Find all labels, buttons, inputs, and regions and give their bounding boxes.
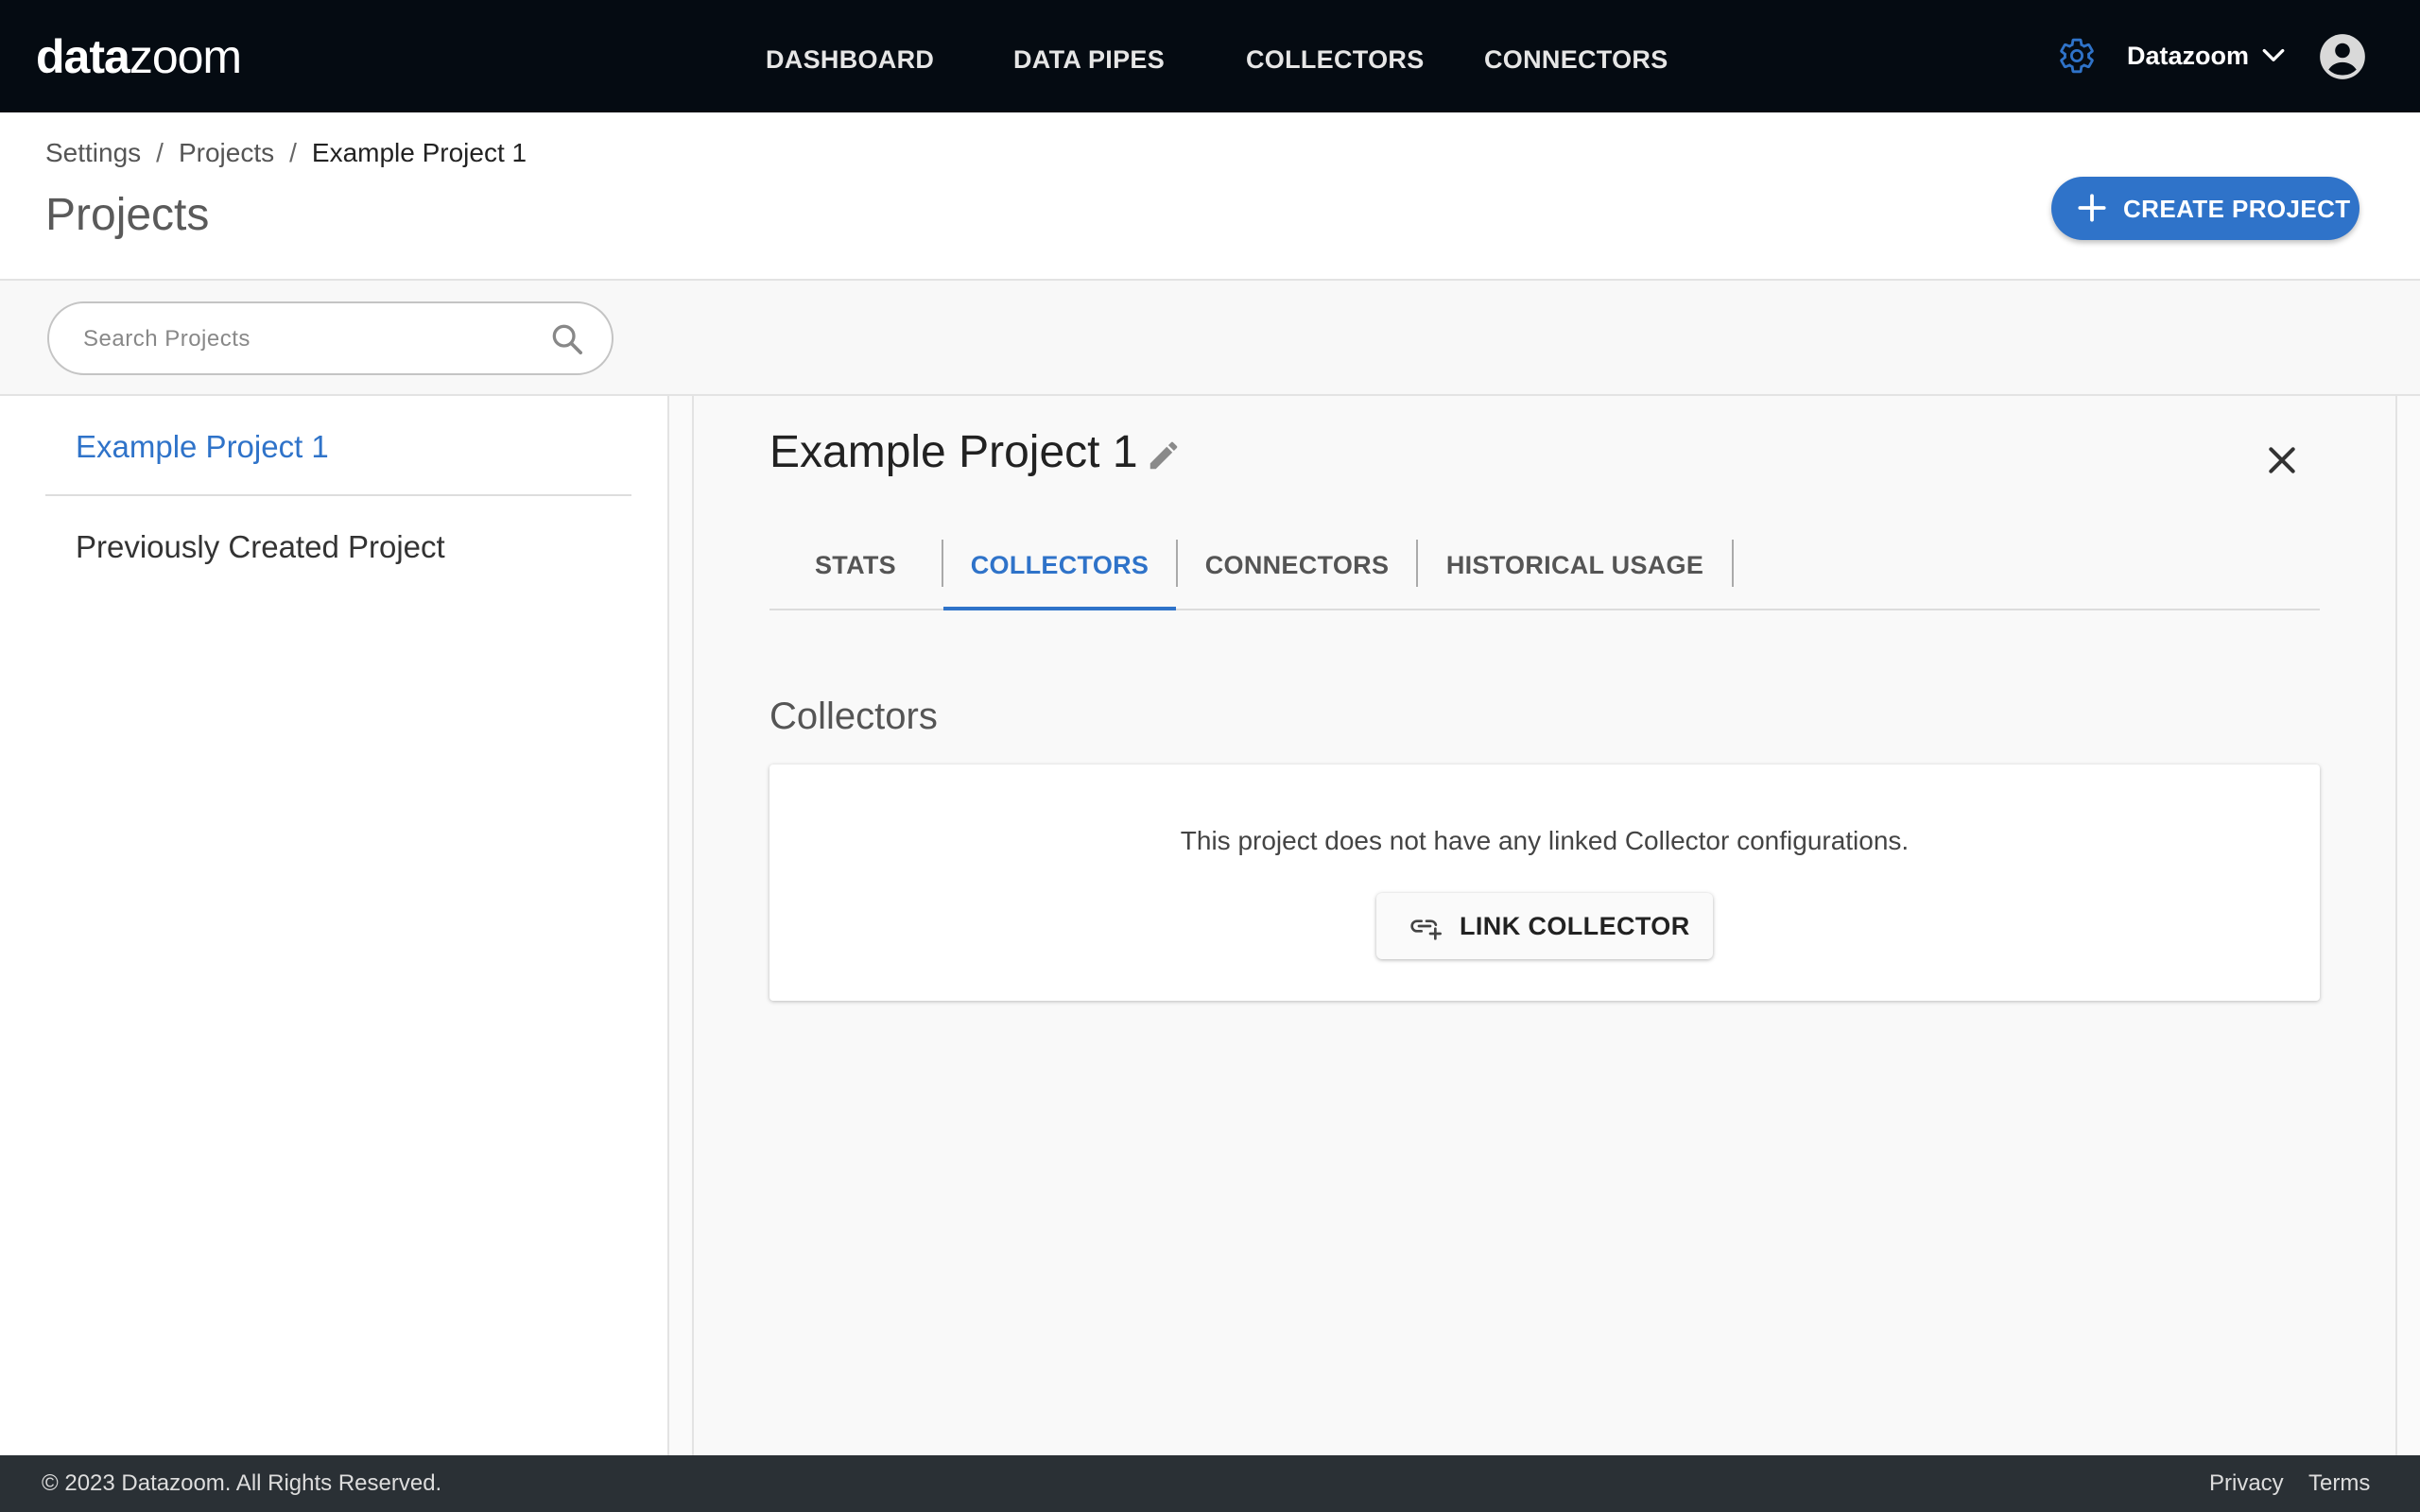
datazoom-logo[interactable]: datazoom [36,28,242,85]
breadcrumb-current: Example Project 1 [311,138,527,167]
project-detail-panel: Example Project 1 STATS COLLECTORS CONNE… [692,396,2397,1455]
nav-dashboard[interactable]: DASHBOARD [766,42,934,77]
breadcrumb-separator: / [156,138,164,167]
logo-text-rest: zoom [129,30,242,83]
tab-stats[interactable]: STATS [769,519,942,609]
nav-data-pipes[interactable]: DATA PIPES [1013,42,1165,77]
collectors-card: This project does not have any linked Co… [769,765,2320,1001]
project-list: Example Project 1 Previously Created Pro… [0,396,669,1455]
search-bar-area [0,281,2420,396]
nav-collectors[interactable]: COLLECTORS [1246,42,1425,77]
breadcrumb-projects[interactable]: Projects [179,138,274,167]
section-title: Collectors [769,696,938,737]
search-icon[interactable] [548,320,586,358]
tab-label: CONNECTORS [1204,551,1390,579]
detail-tabs: STATS COLLECTORS CONNECTORS HISTORICAL U… [769,519,2320,610]
top-navigation-bar: datazoom DASHBOARD DATA PIPES COLLECTORS… [0,0,2420,112]
project-title: Example Project 1 [769,427,1138,477]
breadcrumb-separator: / [289,138,297,167]
empty-state-message: This project does not have any linked Co… [1180,826,1910,855]
tab-label: COLLECTORS [970,551,1150,579]
gear-icon[interactable] [2057,36,2097,76]
breadcrumb: Settings / Projects / Example Project 1 [45,135,527,171]
terms-link[interactable]: Terms [2308,1467,2370,1501]
plus-icon [2078,194,2106,222]
copyright-text: © 2023 Datazoom. All Rights Reserved. [42,1470,442,1496]
search-field[interactable] [47,301,614,375]
tab-collectors[interactable]: COLLECTORS [943,519,1176,610]
tab-historical-usage[interactable]: HISTORICAL USAGE [1418,519,1732,609]
breadcrumb-settings[interactable]: Settings [45,138,141,167]
search-input[interactable] [83,320,518,358]
project-name: Example Project 1 [76,429,329,464]
project-name: Previously Created Project [76,529,445,564]
chevron-down-icon[interactable] [2261,45,2286,66]
link-collector-label: LINK COLLECTOR [1460,912,1690,940]
account-circle-icon[interactable] [2318,32,2367,81]
link-collector-button[interactable]: LINK COLLECTOR [1376,893,1713,959]
tab-divider [1732,540,1734,587]
logo-text-bold: data [36,30,130,83]
page-header: Settings / Projects / Example Project 1 Proj… [0,112,2420,281]
list-divider [45,494,631,496]
create-project-label: CREATE PROJECT [2123,195,2351,223]
footer: © 2023 Datazoom. All Rights Reserved. Pr… [0,1455,2420,1512]
tab-label: HISTORICAL USAGE [1445,551,1704,579]
page-title: Projects [45,190,210,240]
project-list-item[interactable]: Previously Created Project [45,526,631,568]
pencil-icon[interactable] [1146,438,1182,473]
close-icon[interactable] [2263,441,2301,479]
tab-connectors[interactable]: CONNECTORS [1178,519,1416,609]
project-list-item[interactable]: Example Project 1 [45,426,631,468]
org-selector[interactable]: Datazoom [2127,38,2249,74]
nav-connectors[interactable]: CONNECTORS [1484,42,1668,77]
create-project-button[interactable]: CREATE PROJECT [2051,177,2360,240]
link-add-icon [1410,919,1442,940]
tab-label: STATS [815,551,896,579]
privacy-link[interactable]: Privacy [2209,1467,2284,1501]
